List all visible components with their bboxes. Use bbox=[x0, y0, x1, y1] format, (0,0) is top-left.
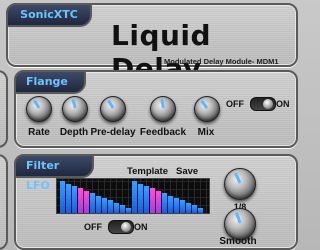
lfo-step[interactable] bbox=[66, 184, 71, 213]
mix-knob[interactable] bbox=[194, 96, 220, 122]
lfo-step[interactable] bbox=[120, 205, 125, 213]
flange-toggle[interactable] bbox=[250, 97, 276, 111]
header-panel: SonicXTC Liquid Delay Modulated Delay Mo… bbox=[6, 3, 298, 85]
lfo-step[interactable] bbox=[132, 181, 137, 213]
lfo-step[interactable] bbox=[162, 193, 167, 213]
mix-label: Mix bbox=[197, 127, 215, 138]
filter-lfo-tab: Filter LFO bbox=[14, 154, 94, 192]
smooth-label: Smooth bbox=[219, 236, 257, 247]
lfo-step[interactable] bbox=[138, 184, 143, 213]
lfo-step[interactable] bbox=[126, 208, 131, 213]
lfo-on-label: ON bbox=[134, 222, 148, 232]
lfo-rate-knob[interactable] bbox=[224, 168, 256, 200]
rate-knob[interactable] bbox=[26, 96, 52, 122]
lfo-step[interactable] bbox=[102, 198, 107, 213]
lfo-step[interactable] bbox=[144, 186, 149, 213]
lfo-step[interactable] bbox=[90, 193, 95, 213]
plugin-subtitle: Modulated Delay Module- MDM1 bbox=[164, 57, 279, 66]
feedback-label: Feedback bbox=[139, 127, 187, 138]
lfo-off-label: OFF bbox=[84, 222, 102, 232]
lfo-step[interactable] bbox=[84, 191, 89, 213]
flange-on-label: ON bbox=[276, 99, 290, 109]
pre-delay-knob[interactable] bbox=[100, 96, 126, 122]
filter-lfo-tab-label: Filter LFO bbox=[26, 159, 60, 192]
lfo-step[interactable] bbox=[60, 181, 65, 213]
lfo-step[interactable] bbox=[192, 205, 197, 213]
flange-tab-label: Flange bbox=[26, 75, 68, 88]
brand-tab: SonicXTC bbox=[6, 3, 92, 27]
filter-lfo-panel: Filter LFO Template Save OFF ON 1/8 Smoo… bbox=[14, 154, 298, 250]
feedback-knob[interactable] bbox=[150, 96, 176, 122]
lfo-step[interactable] bbox=[96, 196, 101, 213]
depth-knob[interactable] bbox=[62, 96, 88, 122]
lfo-step[interactable] bbox=[150, 188, 155, 213]
lfo-step-editor[interactable] bbox=[56, 178, 210, 214]
lfo-step[interactable] bbox=[180, 200, 185, 213]
lfo-step[interactable] bbox=[198, 208, 203, 213]
pre-delay-label: Pre-delay bbox=[90, 127, 136, 138]
lfo-step[interactable] bbox=[186, 203, 191, 213]
lfo-toggle-knob bbox=[121, 222, 131, 232]
brand-label: SonicXTC bbox=[20, 8, 78, 21]
lfo-step[interactable] bbox=[72, 186, 77, 213]
flange-panel: Flange Rate Depth Pre-delay Feedback Mix… bbox=[14, 70, 298, 148]
lfo-step[interactable] bbox=[108, 200, 113, 213]
left-stub-upper bbox=[0, 70, 8, 148]
lfo-toggle[interactable] bbox=[108, 220, 134, 234]
lfo-step[interactable] bbox=[174, 198, 179, 213]
rate-label: Rate bbox=[28, 127, 50, 138]
lfo-step[interactable] bbox=[168, 196, 173, 213]
lfo-step[interactable] bbox=[156, 191, 161, 213]
lfo-step[interactable] bbox=[114, 203, 119, 213]
template-button[interactable]: Template bbox=[127, 166, 168, 177]
left-stub-lower bbox=[0, 154, 8, 250]
lfo-step[interactable] bbox=[78, 188, 83, 213]
flange-toggle-knob bbox=[263, 99, 273, 109]
save-button[interactable]: Save bbox=[176, 166, 198, 177]
flange-off-label: OFF bbox=[226, 99, 244, 109]
flange-tab: Flange bbox=[14, 70, 86, 94]
